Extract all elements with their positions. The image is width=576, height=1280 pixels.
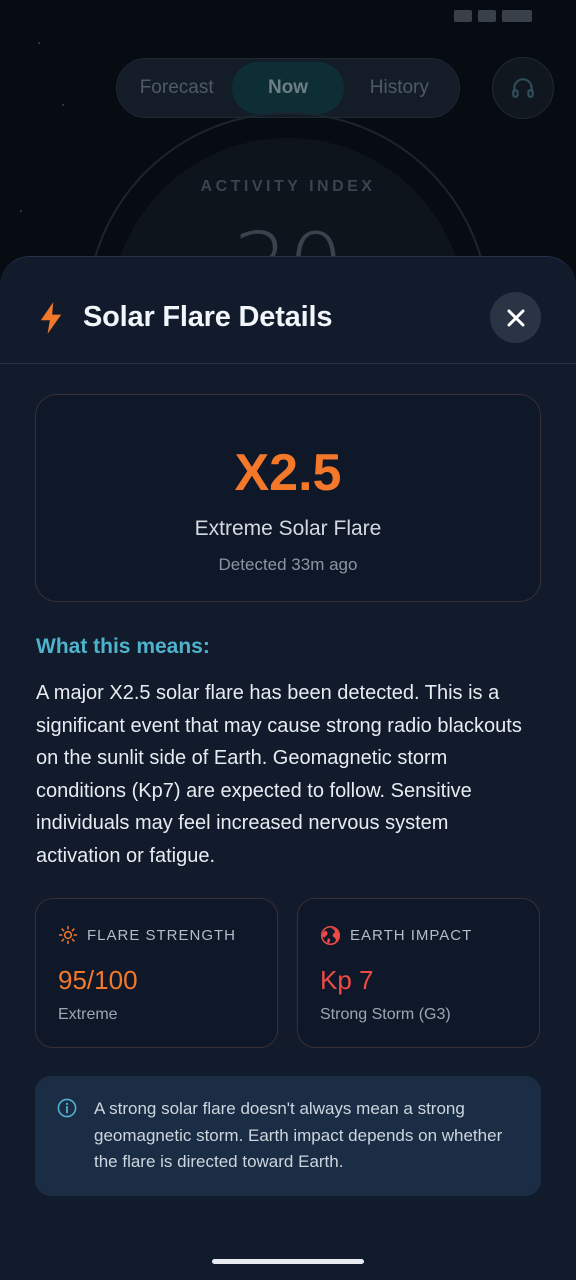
stat-label: EARTH IMPACT xyxy=(350,927,473,944)
audio-button[interactable] xyxy=(492,57,554,119)
means-heading: What this means: xyxy=(36,635,210,658)
info-text: A strong solar flare doesn't always mean… xyxy=(94,1099,503,1171)
info-note: A strong solar flare doesn't always mean… xyxy=(35,1076,541,1196)
sun-icon xyxy=(58,925,78,945)
lightning-bolt-icon xyxy=(40,302,62,334)
tab-history[interactable]: History xyxy=(344,62,455,114)
flare-summary-card: X2.5 Extreme Solar Flare Detected 33m ag… xyxy=(35,394,541,602)
star-dot xyxy=(38,42,40,44)
flare-strength-value: 95/100 xyxy=(58,965,138,995)
tab-now[interactable]: Now xyxy=(232,62,344,114)
gauge-label: ACTIVITY INDEX xyxy=(200,178,376,195)
sheet-header: Solar Flare Details xyxy=(0,257,576,364)
earth-impact-card: EARTH IMPACT Kp 7 Strong Storm (G3) xyxy=(297,898,540,1048)
stat-header: EARTH IMPACT xyxy=(320,925,472,946)
close-icon xyxy=(507,309,524,326)
stat-header: FLARE STRENGTH xyxy=(58,925,236,945)
view-tabs: Forecast Now History xyxy=(116,58,460,118)
status-bar xyxy=(0,0,576,36)
detected-time: Detected 33m ago xyxy=(218,555,358,574)
star-dot xyxy=(20,210,22,212)
flare-strength-level: Extreme xyxy=(58,1006,118,1023)
info-icon xyxy=(57,1098,77,1118)
flare-classification: Extreme Solar Flare xyxy=(194,517,382,540)
means-description: A major X2.5 solar flare has been detect… xyxy=(36,682,522,867)
stat-label: FLARE STRENGTH xyxy=(87,926,237,944)
earth-impact-value: Kp 7 xyxy=(320,965,374,995)
status-icons xyxy=(442,10,532,24)
sheet-title: Solar Flare Details xyxy=(83,301,333,333)
solar-flare-sheet: Solar Flare Details X2.5 Extreme Solar F… xyxy=(0,256,576,1280)
tab-forecast[interactable]: Forecast xyxy=(121,62,232,114)
star-dot xyxy=(62,104,64,106)
earth-impact-level: Strong Storm (G3) xyxy=(320,1006,451,1023)
flare-class-value: X2.5 xyxy=(234,444,342,502)
headphones-icon xyxy=(512,78,534,98)
flare-strength-card: FLARE STRENGTH 95/100 Extreme xyxy=(35,898,278,1048)
close-button[interactable] xyxy=(490,292,541,343)
globe-icon xyxy=(320,925,341,946)
home-indicator[interactable] xyxy=(212,1259,364,1264)
